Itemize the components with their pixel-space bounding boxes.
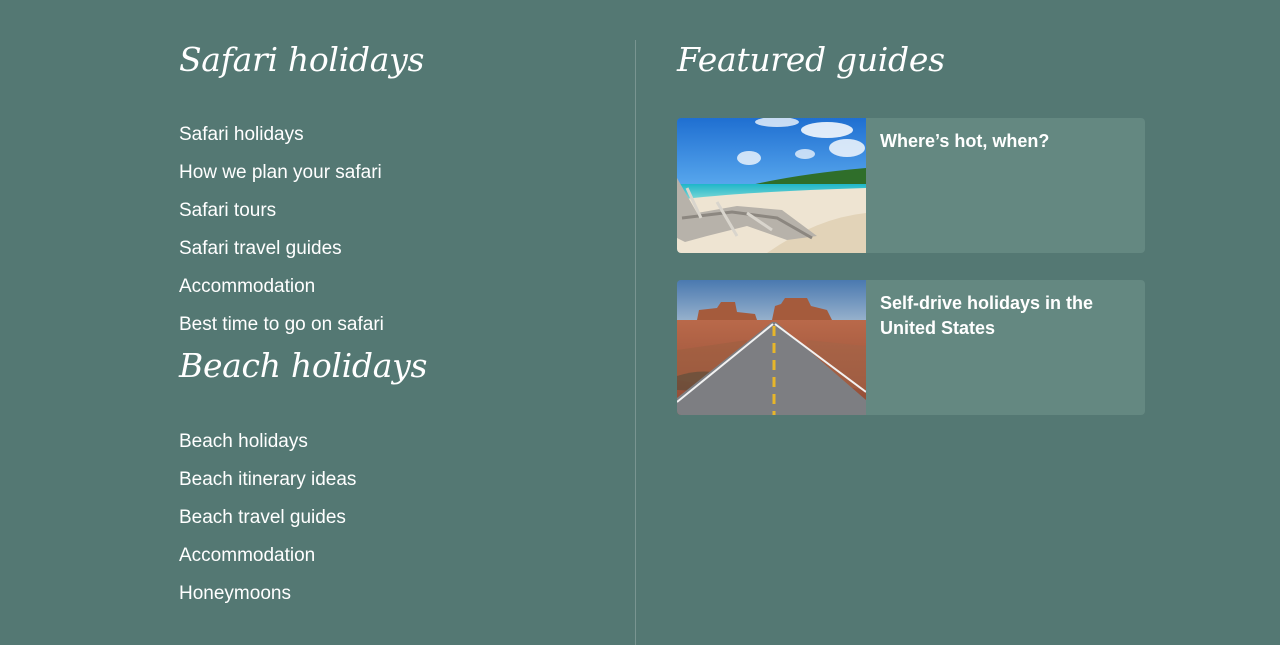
safari-link-accommodation[interactable]: Accommodation	[179, 268, 599, 306]
safari-heading: Safari holidays	[179, 40, 425, 79]
safari-link-safari-holidays[interactable]: Safari holidays	[179, 116, 599, 154]
safari-group: Safari holidays Safari holidays How we p…	[179, 36, 599, 344]
guide-title-wheres-hot: Where’s hot, when?	[880, 131, 1050, 151]
holiday-types-column: Safari holidays Safari holidays How we p…	[179, 36, 599, 613]
beach-link-honeymoons[interactable]: Honeymoons	[179, 575, 599, 613]
featured-heading: Featured guides	[677, 40, 945, 79]
beach-link-itinerary-ideas[interactable]: Beach itinerary ideas	[179, 461, 599, 499]
safari-link-tours[interactable]: Safari tours	[179, 192, 599, 230]
beach-link-beach-holidays[interactable]: Beach holidays	[179, 423, 599, 461]
beach-link-travel-guides[interactable]: Beach travel guides	[179, 499, 599, 537]
column-divider	[635, 40, 636, 645]
beach-heading: Beach holidays	[179, 346, 428, 385]
beach-group: Beach holidays Beach holidays Beach itin…	[179, 342, 599, 613]
safari-link-travel-guides[interactable]: Safari travel guides	[179, 230, 599, 268]
beach-link-accommodation[interactable]: Accommodation	[179, 537, 599, 575]
safari-link-how-we-plan[interactable]: How we plan your safari	[179, 154, 599, 192]
guide-card-self-drive-us[interactable]: Self-drive holidays in the United States	[677, 280, 1145, 415]
safari-link-best-time[interactable]: Best time to go on safari	[179, 306, 599, 344]
beach-driftwood-image	[677, 118, 866, 253]
featured-guides-column: Featured guides Where’s hot, when? Self-…	[677, 36, 1147, 415]
beach-links-list: Beach holidays Beach itinerary ideas Bea…	[179, 423, 599, 613]
guide-card-wheres-hot[interactable]: Where’s hot, when?	[677, 118, 1145, 253]
mega-menu-panel: Safari holidays Safari holidays How we p…	[0, 0, 1280, 645]
safari-links-list: Safari holidays How we plan your safari …	[179, 116, 599, 344]
featured-guides-list: Where’s hot, when? Self-drive holidays i…	[677, 118, 1147, 415]
desert-road-image	[677, 280, 866, 415]
guide-title-self-drive-us: Self-drive holidays in the United States	[880, 293, 1094, 338]
